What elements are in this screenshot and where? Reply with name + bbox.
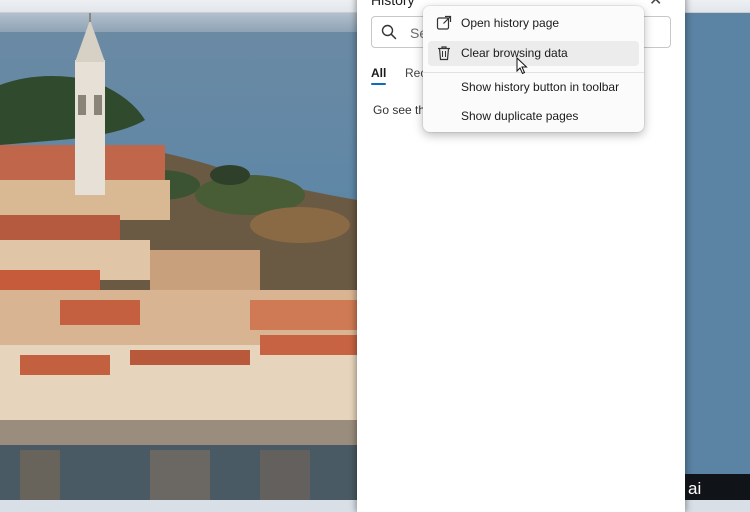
menu-item-label: Clear browsing data (461, 46, 568, 60)
menu-item-open-history-page[interactable]: Open history page (428, 11, 639, 36)
history-more-options-menu: Open history page Clear browsing data Sh… (423, 6, 644, 132)
tab-all[interactable]: All (371, 66, 387, 85)
external-link-icon (436, 15, 452, 30)
close-icon[interactable]: ✕ (649, 0, 662, 10)
menu-item-label: Open history page (461, 16, 560, 30)
menu-item-label: Show duplicate pages (461, 109, 579, 123)
menu-item-show-duplicate-pages[interactable]: Show duplicate pages (428, 104, 639, 129)
menu-item-clear-browsing-data[interactable]: Clear browsing data (428, 41, 639, 66)
menu-item-label: Show history button in toolbar (461, 80, 620, 94)
corner-overlay-text: ai (685, 474, 750, 500)
mouse-cursor-icon (516, 57, 528, 75)
search-icon (381, 24, 397, 40)
panel-title: History (371, 0, 415, 8)
menu-divider (423, 72, 644, 73)
trash-icon (438, 46, 450, 61)
menu-item-show-history-button[interactable]: Show history button in toolbar (428, 75, 639, 100)
